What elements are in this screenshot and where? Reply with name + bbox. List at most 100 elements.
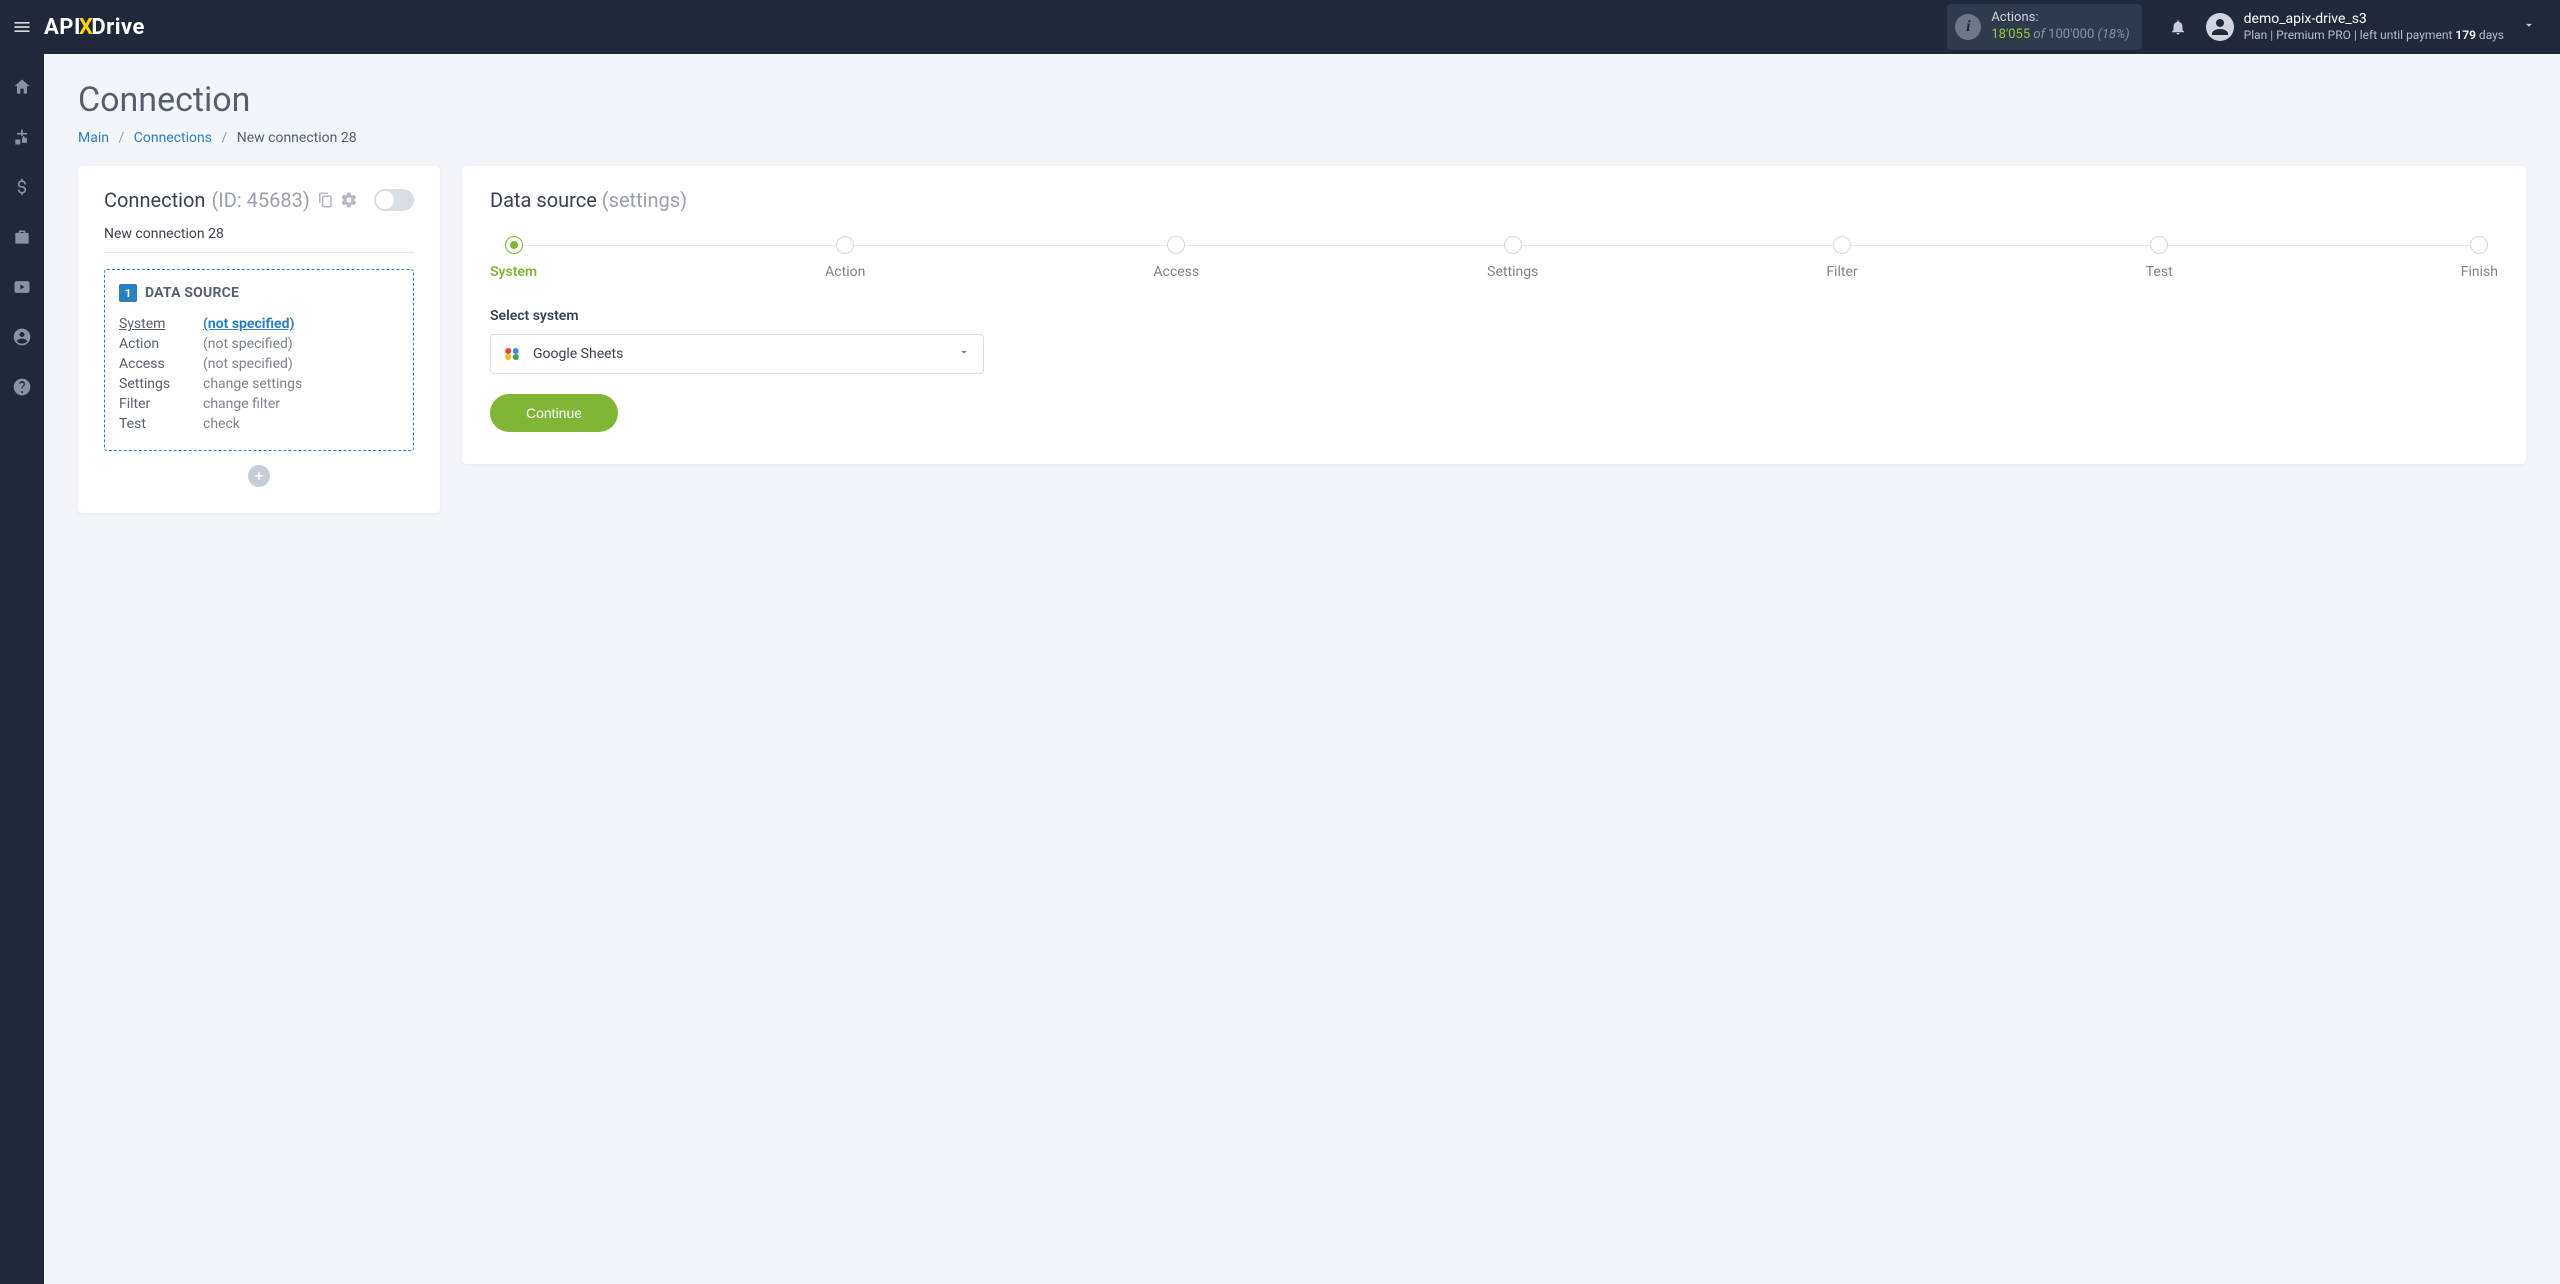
step-access[interactable]: Access (1153, 236, 1199, 280)
data-source-block: 1 DATA SOURCE System(not specified)Actio… (104, 269, 414, 451)
step-dot (2150, 236, 2168, 254)
ds-row-key[interactable]: Access (119, 356, 183, 372)
settings-button[interactable] (340, 191, 358, 209)
breadcrumb-current: New connection 28 (237, 130, 357, 146)
ds-row-value[interactable]: change filter (203, 396, 280, 412)
actions-label: Actions: (1991, 10, 2129, 27)
step-label: Settings (1487, 264, 1538, 280)
ds-row-key[interactable]: Settings (119, 376, 183, 392)
nav-video[interactable] (0, 272, 44, 302)
nav-home[interactable] (0, 72, 44, 102)
step-label: Access (1153, 264, 1199, 280)
menu-toggle[interactable] (0, 0, 44, 54)
dollar-icon (12, 177, 32, 197)
select-system-label: Select system (490, 308, 2498, 324)
avatar (2206, 13, 2234, 41)
left-nav (0, 54, 44, 1284)
selected-system: Google Sheets (533, 346, 957, 362)
actions-count: 18'055 (1991, 27, 2030, 42)
ds-row-key[interactable]: Filter (119, 396, 183, 412)
step-label: System (490, 264, 537, 280)
step-finish[interactable]: Finish (2461, 236, 2498, 280)
breadcrumb-connections[interactable]: Connections (134, 130, 212, 146)
copy-button[interactable] (316, 191, 334, 209)
add-destination-button[interactable]: + (248, 465, 270, 487)
nav-account[interactable] (0, 322, 44, 352)
ds-row-value[interactable]: (not specified) (203, 316, 294, 332)
notifications-button[interactable] (2160, 18, 2196, 36)
actions-pct: (18%) (2098, 27, 2130, 42)
main-title-muted: (settings) (602, 188, 687, 212)
breadcrumb-main[interactable]: Main (78, 130, 109, 146)
continue-button[interactable]: Continue (490, 394, 618, 432)
step-dot (2470, 236, 2488, 254)
logo-pre: API (44, 15, 81, 40)
ds-row-value[interactable]: check (203, 416, 240, 432)
ds-row-settings[interactable]: Settings change settings (119, 374, 399, 394)
nav-help[interactable] (0, 372, 44, 402)
chevron-down-icon (957, 345, 971, 363)
side-id: (ID: 45683) (211, 188, 309, 212)
step-settings[interactable]: Settings (1487, 236, 1538, 280)
user-name: demo_apix-drive_s3 (2244, 11, 2504, 29)
step-dot (505, 236, 523, 254)
page-content: Connection Main / Connections / New conn… (44, 54, 2560, 539)
step-test[interactable]: Test (2146, 236, 2173, 280)
briefcase-icon (12, 227, 32, 247)
system-select[interactable]: Google Sheets (490, 334, 984, 374)
ds-row-value[interactable]: change settings (203, 376, 302, 392)
ds-title: DATA SOURCE (145, 285, 239, 301)
top-header: APIXDrive i Actions: 18'055 of 100'000 (… (0, 0, 2560, 54)
logo-x: X (79, 15, 93, 40)
step-filter[interactable]: Filter (1826, 236, 1857, 280)
step-dot (836, 236, 854, 254)
hamburger-icon (12, 17, 32, 37)
connection-side-card: Connection (ID: 45683) New connection 28… (78, 166, 440, 513)
logo[interactable]: APIXDrive (44, 15, 145, 40)
nav-projects[interactable] (0, 222, 44, 252)
nav-connections[interactable] (0, 122, 44, 152)
nav-billing[interactable] (0, 172, 44, 202)
ds-row-key[interactable]: Action (119, 336, 183, 352)
ds-row-key[interactable]: System (119, 316, 183, 332)
ds-row-value[interactable]: (not specified) (203, 356, 293, 372)
user-plan: Plan | Premium PRO | left until payment … (2244, 28, 2504, 43)
data-source-card: Data source (settings) System Action Acces… (462, 166, 2526, 464)
question-icon (12, 377, 32, 397)
enable-toggle[interactable] (374, 189, 414, 211)
home-icon (12, 77, 32, 97)
step-label: Filter (1826, 264, 1857, 280)
actions-badge[interactable]: i Actions: 18'055 of 100'000 (18%) (1947, 4, 2141, 50)
actions-total: 100'000 (2048, 27, 2094, 42)
logo-post: Drive (91, 15, 145, 40)
google-sheets-icon (503, 345, 521, 363)
ds-row-action[interactable]: Action (not specified) (119, 334, 399, 354)
breadcrumb: Main / Connections / New connection 28 (78, 130, 2526, 146)
user-icon (2208, 15, 2232, 39)
ds-row-filter[interactable]: Filter change filter (119, 394, 399, 414)
ds-row-access[interactable]: Access (not specified) (119, 354, 399, 374)
ds-row-value[interactable]: (not specified) (203, 336, 293, 352)
step-label: Action (825, 264, 865, 280)
chevron-down-icon (2522, 18, 2536, 36)
connection-name[interactable]: New connection 28 (104, 226, 414, 253)
step-label: Finish (2461, 264, 2498, 280)
ds-row-key[interactable]: Test (119, 416, 183, 432)
page-title: Connection (78, 80, 2526, 120)
bell-icon (2169, 18, 2187, 36)
ds-row-system[interactable]: System (not specified) (119, 314, 399, 334)
user-circle-icon (12, 327, 32, 347)
step-dot (1504, 236, 1522, 254)
wizard-stepper: System Action Access Settings Filter Test Fini… (490, 236, 2498, 280)
step-label: Test (2146, 264, 2173, 280)
step-system[interactable]: System (490, 236, 537, 280)
step-dot (1833, 236, 1851, 254)
step-dot (1167, 236, 1185, 254)
side-title: Connection (104, 188, 205, 212)
ds-row-test[interactable]: Test check (119, 414, 399, 434)
step-action[interactable]: Action (825, 236, 865, 280)
info-icon: i (1955, 14, 1981, 40)
sitemap-icon (12, 127, 32, 147)
user-menu[interactable]: demo_apix-drive_s3 Plan | Premium PRO | … (2196, 11, 2550, 44)
main-title: Data source (490, 188, 597, 212)
